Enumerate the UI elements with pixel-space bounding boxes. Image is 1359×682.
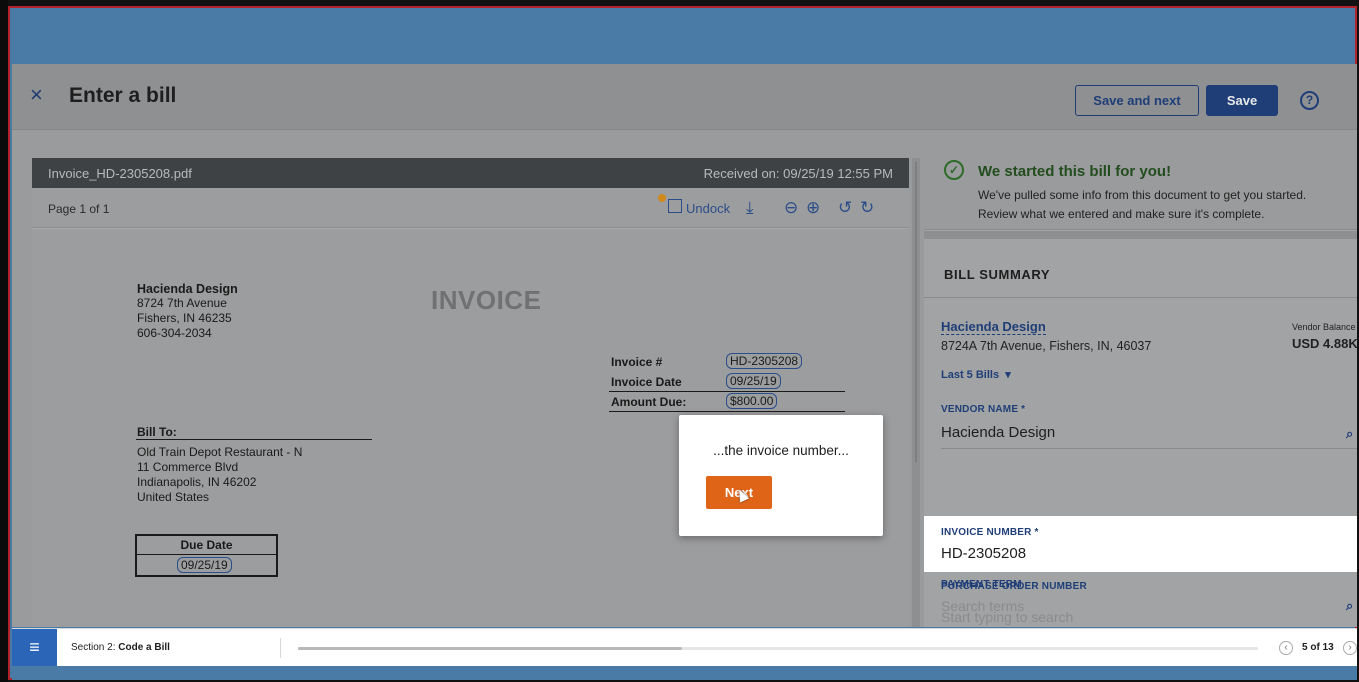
vendor-balance-value: USD 4.88K	[1292, 336, 1357, 351]
zoom-in-icon[interactable]: ⊕	[806, 198, 820, 218]
bill-to-country: United States	[137, 490, 210, 504]
bill-to-name: Old Train Depot Restaurant - N	[137, 445, 303, 459]
received-timestamp: Received on: 09/25/19 12:55 PM	[703, 166, 893, 181]
popover-message: ...the invoice number...	[713, 443, 849, 458]
table-rule	[609, 391, 845, 392]
payment-term-input[interactable]: Search terms	[941, 598, 1024, 614]
viewer-toolbar: Page 1 of 1 Undock ⤓ ⊖ ⊕ ↺ ↻	[32, 188, 909, 228]
invoice-number-label: Invoice #	[611, 355, 663, 369]
company-city: Fishers, IN 46235	[137, 311, 232, 325]
undock-icon[interactable]	[668, 199, 682, 213]
invoice-date-value: 09/25/19	[726, 373, 781, 389]
vendor-name-label: VENDOR NAME *	[941, 404, 1026, 415]
page-header: × Enter a bill Save and next Save ?	[12, 64, 1357, 130]
section-label: Section 2: Code a Bill	[71, 642, 170, 653]
walkthrough-popover: ...the invoice number... Next	[679, 415, 883, 536]
bill-entry-app: × Enter a bill Save and next Save ? Invo…	[12, 64, 1357, 627]
previous-icon[interactable]: ‹	[1279, 641, 1293, 655]
caret-down-icon: ▾	[1002, 369, 1011, 381]
vendor-link[interactable]: Hacienda Design	[941, 319, 1046, 335]
section-gap	[924, 231, 1357, 239]
separator	[280, 638, 281, 658]
banner-line-1: We've pulled some info from this documen…	[978, 188, 1307, 202]
vendor-address: 8724A 7th Avenue, Fishers, IN, 46037	[941, 339, 1152, 353]
section-name: Code a Bill	[118, 642, 170, 653]
save-button[interactable]: Save	[1206, 85, 1278, 116]
table-rule	[609, 411, 845, 412]
search-icon[interactable]: ⌕	[1346, 426, 1353, 442]
invoice-number-field[interactable]: HD-2305208	[941, 545, 1026, 562]
due-date-label: Due Date	[137, 536, 276, 555]
close-icon[interactable]: ×	[30, 82, 43, 108]
search-icon[interactable]: ⌕	[1346, 598, 1353, 614]
banner-line-2: Review what we entered and make sure it'…	[978, 207, 1265, 221]
last-bills-dropdown[interactable]: Last 5 Bills ▾	[941, 368, 1011, 381]
banner-text: We've pulled some info from this documen…	[978, 186, 1306, 224]
company-phone: 606-304-2034	[137, 326, 212, 340]
bill-form-panel: ✓ We started this bill for you! We've pu…	[924, 144, 1357, 627]
screen-edge	[0, 0, 8, 682]
check-circle-icon: ✓	[944, 160, 964, 180]
auto-fill-banner: ✓ We started this bill for you! We've pu…	[924, 144, 1357, 230]
banner-title: We started this bill for you!	[978, 163, 1172, 180]
bill-to-city: Indianapolis, IN 46202	[137, 475, 257, 489]
invoice-number-highlight	[924, 516, 1357, 572]
rotate-right-icon[interactable]: ↻	[860, 198, 874, 218]
invoice-number-label: INVOICE NUMBER *	[941, 527, 1039, 538]
due-date-value: 09/25/19	[177, 557, 232, 573]
vendor-balance-label: Vendor Balance	[1292, 322, 1356, 332]
page-counter: 5 of 13	[1302, 642, 1334, 653]
frame-bottom	[12, 666, 1357, 680]
invoice-heading: INVOICE	[431, 285, 542, 315]
amount-due-label: Amount Due:	[611, 395, 687, 409]
viewer-title-bar: Invoice_HD-2305208.pdf Received on: 09/2…	[32, 158, 909, 188]
field-underline	[941, 448, 1357, 449]
page-title: Enter a bill	[69, 84, 177, 107]
zoom-out-icon[interactable]: ⊖	[784, 198, 798, 218]
course-progress-bar: ≡ Section 2: Code a Bill ‹ 5 of 13 ›	[12, 628, 1357, 667]
page-indicator: Page 1 of 1	[48, 202, 110, 216]
divider	[924, 297, 1357, 298]
bill-to-label: Bill To:	[137, 425, 177, 439]
viewer-scrollbar[interactable]	[915, 162, 917, 462]
vendor-name-field[interactable]: Hacienda Design	[941, 424, 1055, 441]
invoice-date-label: Invoice Date	[611, 375, 682, 389]
due-date-box: Due Date 09/25/19	[135, 534, 278, 577]
notification-dot	[658, 194, 666, 202]
menu-icon[interactable]: ≡	[12, 629, 57, 667]
section-prefix: Section 2:	[71, 642, 119, 653]
payment-term-label: PAYMENT TERM	[941, 579, 1022, 590]
amount-due-value: $800.00	[726, 393, 778, 409]
undock-button[interactable]: Undock	[686, 201, 730, 216]
document-viewer: Invoice_HD-2305208.pdf Received on: 09/2…	[32, 158, 909, 627]
help-icon[interactable]: ?	[1300, 91, 1319, 110]
progress-fill	[298, 647, 682, 650]
save-and-next-button[interactable]: Save and next	[1075, 85, 1199, 116]
rotate-left-icon[interactable]: ↺	[838, 198, 852, 218]
company-name: Hacienda Design	[137, 282, 238, 296]
last-bills-label: Last 5 Bills	[941, 369, 1000, 381]
file-name: Invoice_HD-2305208.pdf	[48, 166, 192, 181]
company-address: 8724 7th Avenue	[137, 296, 227, 310]
bill-to-rule	[136, 439, 372, 440]
bill-to-street: 11 Commerce Blvd	[137, 460, 239, 474]
next-icon[interactable]: ›	[1343, 641, 1357, 655]
download-icon[interactable]: ⤓	[746, 198, 754, 218]
invoice-number-value: HD-2305208	[726, 353, 803, 369]
progress-track[interactable]	[298, 647, 1258, 650]
bill-summary-heading: BILL SUMMARY	[944, 267, 1051, 282]
